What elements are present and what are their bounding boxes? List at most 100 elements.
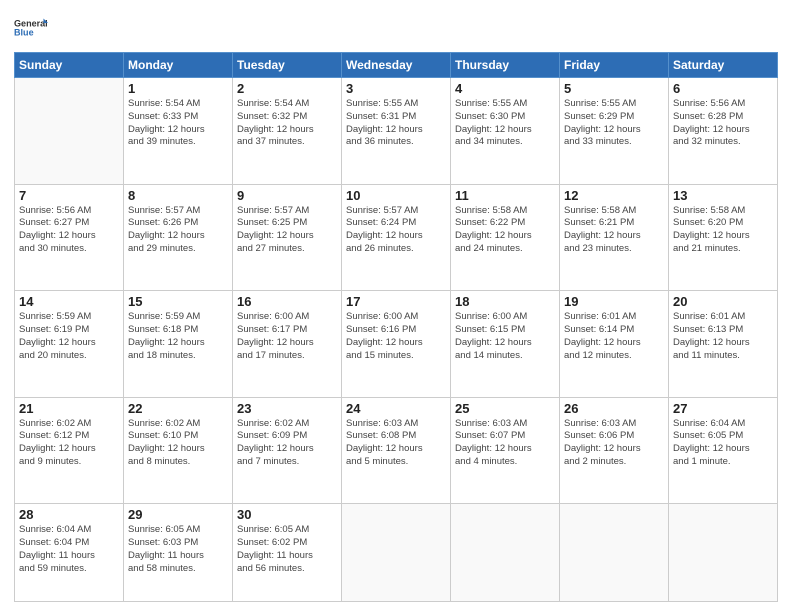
calendar-cell: 22Sunrise: 6:02 AM Sunset: 6:10 PM Dayli… [124,397,233,504]
svg-text:General: General [14,18,48,28]
day-number: 3 [346,81,446,96]
calendar-cell: 23 Sunrise: 6:02 AM Sunset: 6:09 PM Dayli… [233,397,342,504]
day-info: Sunrise: 5:58 AM Sunset: 6:21 PM Dayligh… [564,205,664,256]
calendar-cell: 10 Sunrise: 5:57 AM Sunset: 6:24 PM Dayli… [342,184,451,291]
calendar-cell: 3 Sunrise: 5:55 AM Sunset: 6:31 PM Daylig… [342,78,451,185]
day-info: Sunrise: 5:57 AM Sunset: 6:26 PM Dayligh… [128,205,228,256]
calendar-cell: 30 Sunrise: 6:05 AM Sunset: 6:02 PM Dayli… [233,504,342,602]
day-number: 23 [237,401,337,416]
calendar-cell: 27 Sunrise: 6:04 AM Sunset: 6:05 PM Dayli… [669,397,778,504]
calendar-week-row: 28 Sunrise: 6:04 AM Sunset: 6:04 PM Dayli… [15,504,778,602]
day-info: Sunrise: 5:59 AM Sunset: 6:18 PM Dayligh… [128,311,228,362]
day-number: 1 [128,81,228,96]
calendar-cell: 17 Sunrise: 6:00 AM Sunset: 6:16 PM Dayli… [342,291,451,398]
day-info: Sunrise: 6:03 AM Sunset: 6:06 PM Dayligh… [564,418,664,469]
day-number: 27 [673,401,773,416]
calendar-cell: 25Sunrise: 6:03 AM Sunset: 6:07 PM Dayli… [451,397,560,504]
day-info: Sunrise: 6:00 AM Sunset: 6:15 PM Dayligh… [455,311,555,362]
calendar-cell: 26 Sunrise: 6:03 AM Sunset: 6:06 PM Dayli… [560,397,669,504]
calendar-cell [669,504,778,602]
day-info: Sunrise: 5:54 AM Sunset: 6:32 PM Dayligh… [237,98,337,149]
day-info: Sunrise: 5:55 AM Sunset: 6:31 PM Dayligh… [346,98,446,149]
calendar-cell: 4 Sunrise: 5:55 AM Sunset: 6:30 PM Daylig… [451,78,560,185]
calendar-week-row: 1 Sunrise: 5:54 AM Sunset: 6:33 PM Daylig… [15,78,778,185]
day-number: 16 [237,294,337,309]
day-number: 7 [19,188,119,203]
calendar-cell: 2Sunrise: 5:54 AM Sunset: 6:32 PM Daylig… [233,78,342,185]
calendar-cell [451,504,560,602]
calendar-cell [15,78,124,185]
day-info: Sunrise: 5:58 AM Sunset: 6:20 PM Dayligh… [673,205,773,256]
day-info: Sunrise: 5:56 AM Sunset: 6:28 PM Dayligh… [673,98,773,149]
day-number: 26 [564,401,664,416]
calendar-cell: 1 Sunrise: 5:54 AM Sunset: 6:33 PM Daylig… [124,78,233,185]
day-number: 12 [564,188,664,203]
day-info: Sunrise: 6:05 AM Sunset: 6:02 PM Dayligh… [237,524,337,575]
calendar-cell: 6 Sunrise: 5:56 AM Sunset: 6:28 PM Daylig… [669,78,778,185]
day-number: 10 [346,188,446,203]
page: General Blue SundayMondayTuesdayWednesda… [0,0,792,612]
calendar-cell: 12 Sunrise: 5:58 AM Sunset: 6:21 PM Dayli… [560,184,669,291]
day-info: Sunrise: 6:02 AM Sunset: 6:09 PM Dayligh… [237,418,337,469]
weekday-header-sunday: Sunday [15,53,124,78]
day-number: 22 [128,401,228,416]
day-info: Sunrise: 5:54 AM Sunset: 6:33 PM Dayligh… [128,98,228,149]
weekday-header-tuesday: Tuesday [233,53,342,78]
calendar-cell: 14Sunrise: 5:59 AM Sunset: 6:19 PM Dayli… [15,291,124,398]
calendar-cell: 19Sunrise: 6:01 AM Sunset: 6:14 PM Dayli… [560,291,669,398]
day-info: Sunrise: 6:05 AM Sunset: 6:03 PM Dayligh… [128,524,228,575]
day-number: 8 [128,188,228,203]
day-number: 29 [128,507,228,522]
calendar-cell: 5 Sunrise: 5:55 AM Sunset: 6:29 PM Daylig… [560,78,669,185]
day-info: Sunrise: 6:04 AM Sunset: 6:04 PM Dayligh… [19,524,119,575]
day-number: 28 [19,507,119,522]
calendar-cell: 28 Sunrise: 6:04 AM Sunset: 6:04 PM Dayli… [15,504,124,602]
day-info: Sunrise: 5:56 AM Sunset: 6:27 PM Dayligh… [19,205,119,256]
day-number: 18 [455,294,555,309]
svg-text:Blue: Blue [14,28,34,38]
weekday-header-row: SundayMondayTuesdayWednesdayThursdayFrid… [15,53,778,78]
day-number: 6 [673,81,773,96]
calendar-cell [342,504,451,602]
day-info: Sunrise: 6:00 AM Sunset: 6:16 PM Dayligh… [346,311,446,362]
day-number: 9 [237,188,337,203]
day-number: 21 [19,401,119,416]
day-info: Sunrise: 6:04 AM Sunset: 6:05 PM Dayligh… [673,418,773,469]
weekday-header-monday: Monday [124,53,233,78]
day-info: Sunrise: 5:59 AM Sunset: 6:19 PM Dayligh… [19,311,119,362]
day-number: 15 [128,294,228,309]
weekday-header-saturday: Saturday [669,53,778,78]
logo-svg: General Blue [14,10,48,44]
calendar-cell [560,504,669,602]
weekday-header-wednesday: Wednesday [342,53,451,78]
day-info: Sunrise: 5:57 AM Sunset: 6:24 PM Dayligh… [346,205,446,256]
day-number: 11 [455,188,555,203]
day-info: Sunrise: 6:00 AM Sunset: 6:17 PM Dayligh… [237,311,337,362]
day-number: 24 [346,401,446,416]
day-number: 17 [346,294,446,309]
calendar-week-row: 14Sunrise: 5:59 AM Sunset: 6:19 PM Dayli… [15,291,778,398]
day-info: Sunrise: 6:01 AM Sunset: 6:14 PM Dayligh… [564,311,664,362]
calendar-cell: 29 Sunrise: 6:05 AM Sunset: 6:03 PM Dayli… [124,504,233,602]
calendar-table: SundayMondayTuesdayWednesdayThursdayFrid… [14,52,778,602]
day-number: 30 [237,507,337,522]
logo: General Blue [14,10,94,44]
calendar-cell: 16 Sunrise: 6:00 AM Sunset: 6:17 PM Dayli… [233,291,342,398]
day-info: Sunrise: 5:55 AM Sunset: 6:30 PM Dayligh… [455,98,555,149]
day-info: Sunrise: 5:55 AM Sunset: 6:29 PM Dayligh… [564,98,664,149]
calendar-cell: 20Sunrise: 6:01 AM Sunset: 6:13 PM Dayli… [669,291,778,398]
calendar-cell: 21 Sunrise: 6:02 AM Sunset: 6:12 PM Dayli… [15,397,124,504]
calendar-week-row: 21 Sunrise: 6:02 AM Sunset: 6:12 PM Dayli… [15,397,778,504]
calendar-cell: 15 Sunrise: 5:59 AM Sunset: 6:18 PM Dayli… [124,291,233,398]
day-number: 5 [564,81,664,96]
day-info: Sunrise: 5:57 AM Sunset: 6:25 PM Dayligh… [237,205,337,256]
calendar-cell: 8 Sunrise: 5:57 AM Sunset: 6:26 PM Daylig… [124,184,233,291]
day-info: Sunrise: 6:02 AM Sunset: 6:12 PM Dayligh… [19,418,119,469]
day-number: 13 [673,188,773,203]
calendar-cell: 24 Sunrise: 6:03 AM Sunset: 6:08 PM Dayli… [342,397,451,504]
day-number: 4 [455,81,555,96]
day-info: Sunrise: 6:03 AM Sunset: 6:08 PM Dayligh… [346,418,446,469]
day-info: Sunrise: 6:01 AM Sunset: 6:13 PM Dayligh… [673,311,773,362]
day-info: Sunrise: 5:58 AM Sunset: 6:22 PM Dayligh… [455,205,555,256]
calendar-cell: 9 Sunrise: 5:57 AM Sunset: 6:25 PM Daylig… [233,184,342,291]
